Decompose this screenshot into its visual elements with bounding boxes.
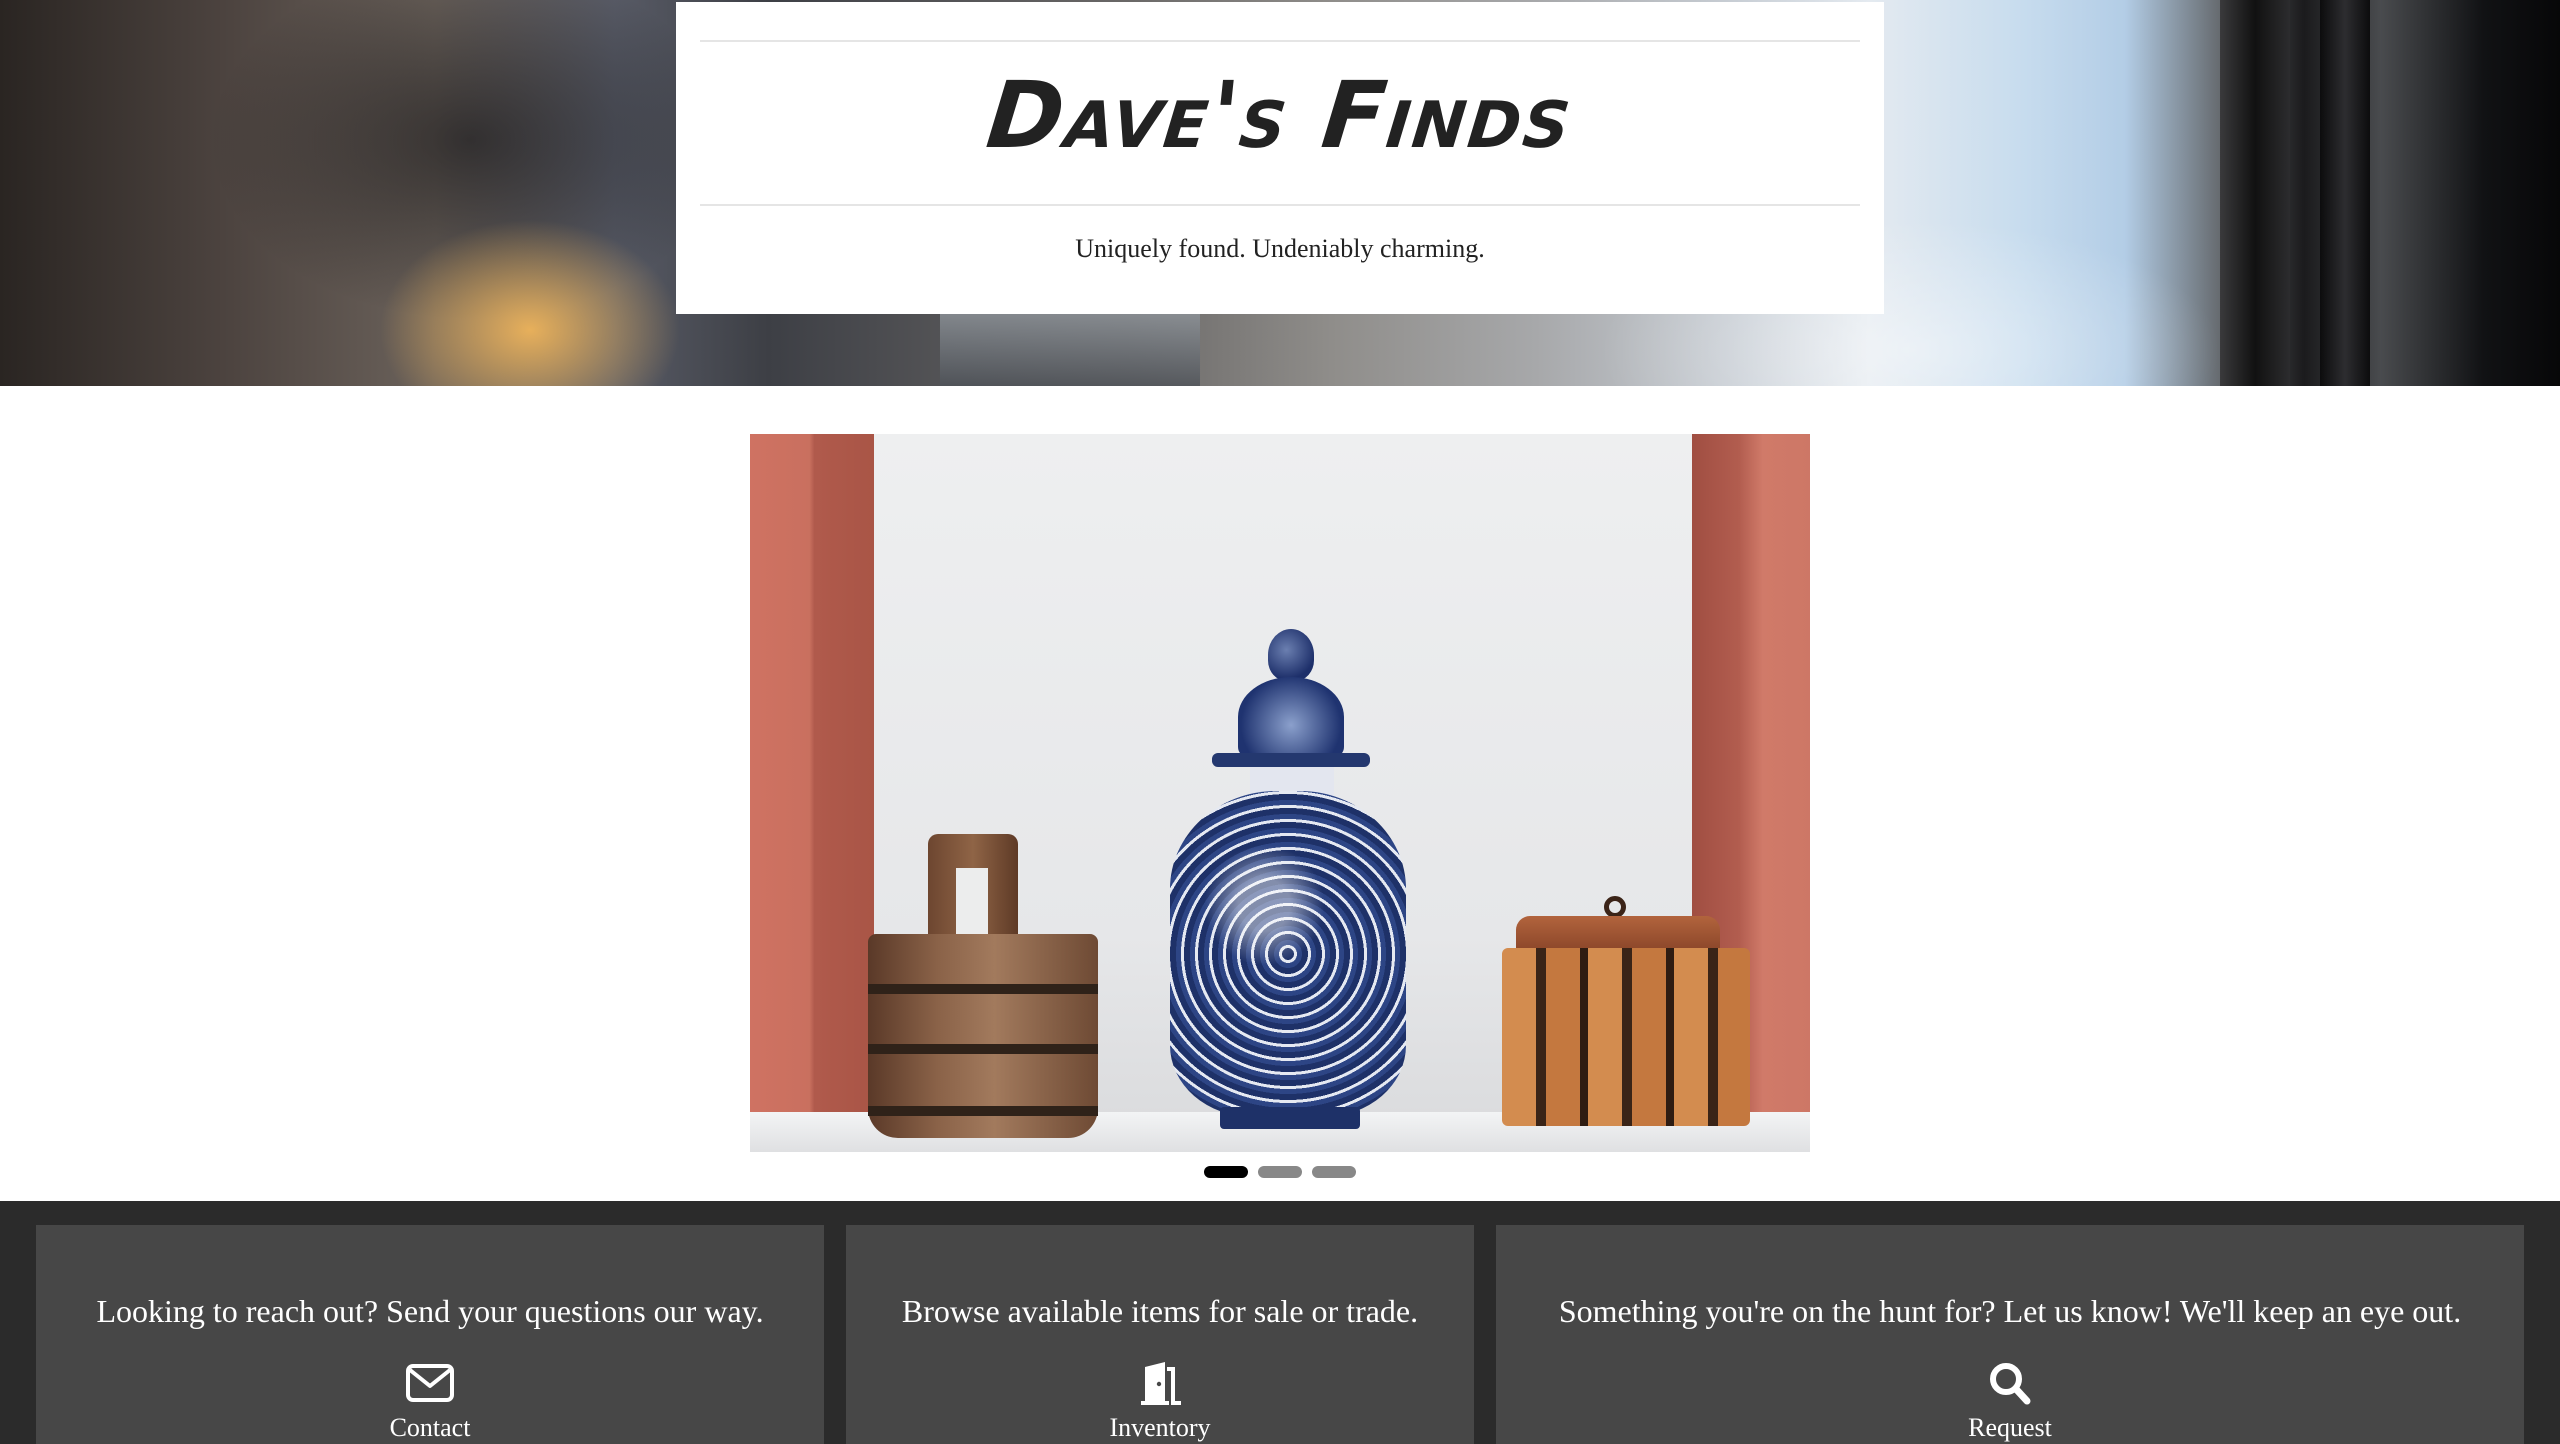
carousel-indicator-3[interactable]: [1312, 1166, 1356, 1178]
slide-pillar-left: [750, 434, 874, 1134]
request-card[interactable]: Something you're on the hunt for? Let us…: [1496, 1225, 2524, 1444]
contact-card[interactable]: Looking to reach out? Send your question…: [36, 1225, 824, 1444]
inventory-card-text: Browse available items for sale or trade…: [901, 1293, 1419, 1329]
hero-background-window-frame: [2220, 0, 2290, 386]
magnifier-icon[interactable]: [1985, 1361, 2035, 1405]
request-card-text: Something you're on the hunt for? Let us…: [1558, 1293, 2462, 1329]
site-tagline: Uniquely found. Undeniably charming.: [1075, 234, 1485, 263]
carousel-indicator-1[interactable]: [1204, 1166, 1248, 1178]
contact-link[interactable]: Contact: [36, 1413, 824, 1443]
site-title[interactable]: Dave's Finds: [670, 62, 1889, 169]
envelope-icon[interactable]: [405, 1361, 455, 1405]
carousel-indicators: [1204, 1166, 1356, 1178]
request-link[interactable]: Request: [1496, 1413, 2524, 1443]
porcelain-vase-image: [1170, 629, 1410, 1129]
carousel-indicator-2[interactable]: [1258, 1166, 1302, 1178]
hero-banner: Dave's Finds Uniquely found. Undeniably …: [0, 0, 2560, 386]
door-icon[interactable]: [1135, 1361, 1185, 1405]
action-cards-section: Looking to reach out? Send your question…: [0, 1201, 2560, 1444]
inventory-card[interactable]: Browse available items for sale or trade…: [846, 1225, 1474, 1444]
image-carousel[interactable]: [750, 434, 1810, 1152]
title-card: Dave's Finds Uniquely found. Undeniably …: [676, 2, 1884, 314]
divider: [700, 40, 1860, 42]
contact-card-text: Looking to reach out? Send your question…: [96, 1293, 764, 1329]
wooden-box-image: [1502, 896, 1750, 1126]
hero-background-window-frame: [2320, 0, 2370, 386]
divider: [700, 204, 1860, 206]
wooden-bucket-image: [868, 834, 1098, 1138]
inventory-link[interactable]: Inventory: [846, 1413, 1474, 1443]
